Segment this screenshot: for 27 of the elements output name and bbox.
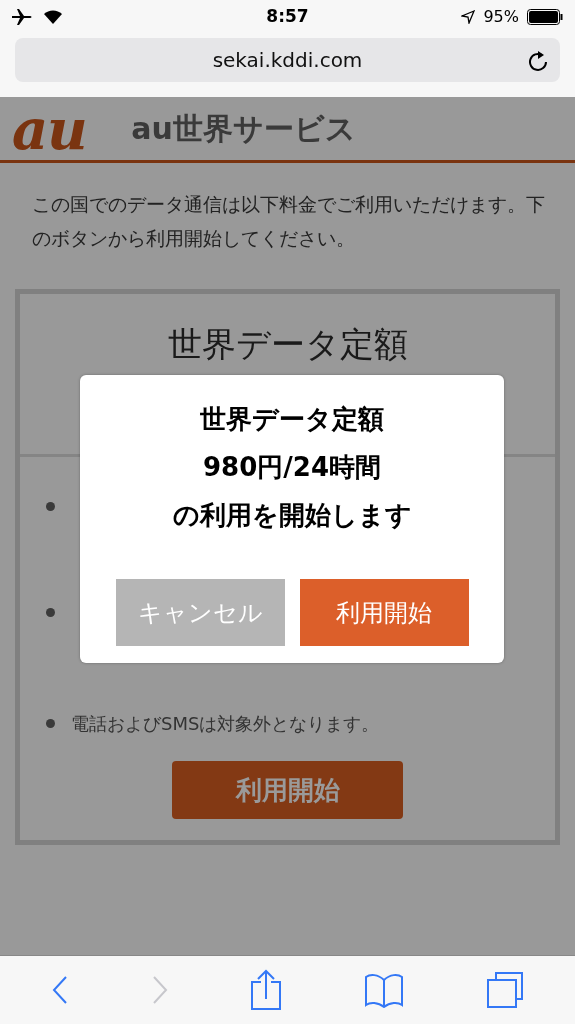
book-icon[interactable] <box>364 972 405 1008</box>
dialog-message-line: 980円/24時間 <box>203 451 381 484</box>
cancel-button[interactable]: キャンセル <box>115 579 285 646</box>
status-time: 8:57 <box>266 5 309 29</box>
tabs-icon[interactable] <box>486 971 525 1009</box>
share-icon[interactable] <box>250 969 283 1011</box>
wifi-icon <box>44 10 62 24</box>
reload-icon[interactable] <box>528 49 548 71</box>
address-bar[interactable]: sekai.kddi.com <box>15 38 560 82</box>
dialog-message-line: 世界データ定額 <box>200 403 384 436</box>
start-button[interactable]: 利用開始 <box>172 761 403 819</box>
bullet-icon <box>46 718 55 728</box>
dialog-message-line: の利用を開始します <box>172 499 412 532</box>
url-text: sekai.kddi.com <box>212 47 363 74</box>
bullet-icon <box>46 502 55 511</box>
battery-icon <box>527 9 563 25</box>
site-title: au世界サービス <box>131 110 356 148</box>
back-icon[interactable] <box>50 975 69 1005</box>
start-button[interactable]: 利用開始 <box>299 579 469 646</box>
airplane-icon <box>12 9 32 25</box>
bullet-icon <box>46 608 55 617</box>
au-logo: au <box>12 100 87 157</box>
battery-percent: 95% <box>483 6 519 28</box>
bullet-text: 電話およびSMSは対象外となります。 <box>71 711 380 736</box>
plan-title: 世界データ定額 <box>167 323 408 366</box>
location-arrow-icon <box>461 10 476 24</box>
intro-text: この国でのデータ通信は以下料金でご利用いただけます。下のボタンから利用開始してください。 <box>31 192 546 251</box>
